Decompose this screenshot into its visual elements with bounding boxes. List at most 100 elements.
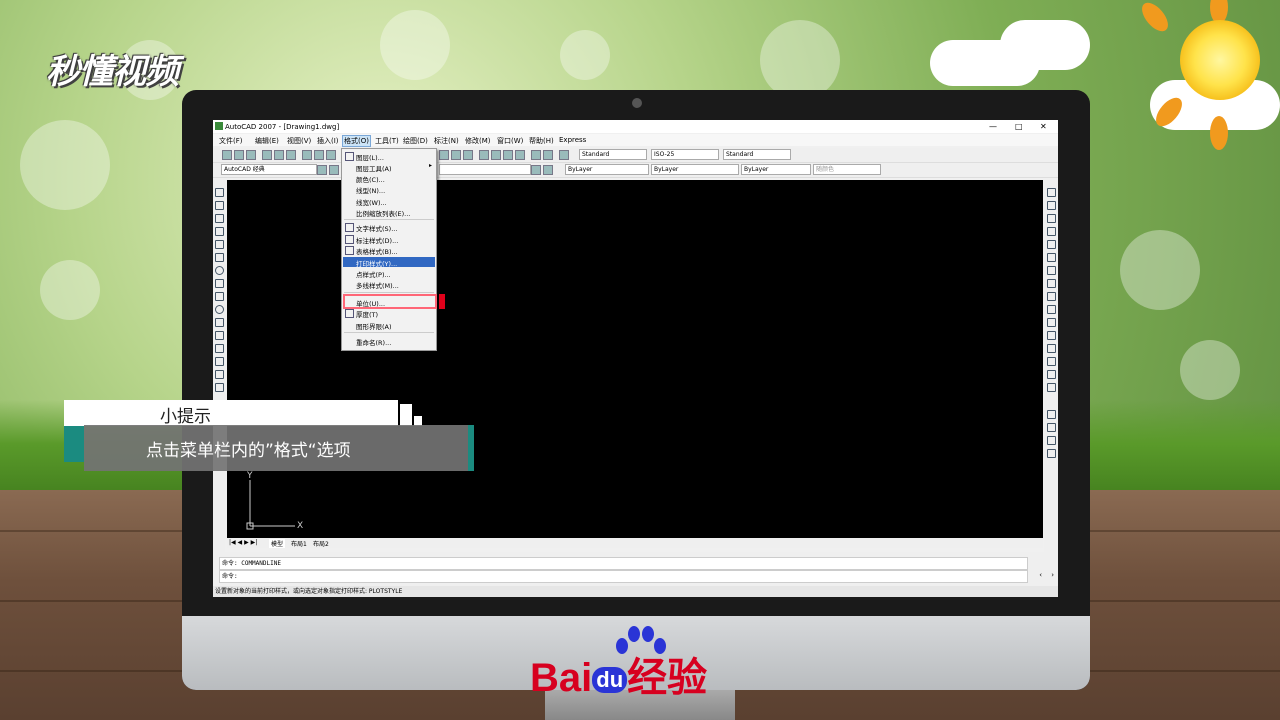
- hatch-icon[interactable]: [215, 370, 224, 379]
- menu-item-rename[interactable]: 重命名(R)...: [356, 337, 391, 347]
- array-icon[interactable]: [1047, 240, 1056, 249]
- scale-icon[interactable]: [1047, 279, 1056, 288]
- layer-select[interactable]: [439, 164, 531, 175]
- copy-object-icon[interactable]: [1047, 201, 1056, 210]
- maximize-button[interactable]: □: [1015, 122, 1023, 131]
- design-center-icon[interactable]: [491, 150, 501, 160]
- rotate-icon[interactable]: [1047, 266, 1056, 275]
- copy-icon[interactable]: [314, 150, 324, 160]
- menu-item-point-style[interactable]: 点样式(P)...: [356, 269, 391, 279]
- menu-dimension[interactable]: 标注(N): [434, 136, 459, 146]
- stretch-icon[interactable]: [1047, 292, 1056, 301]
- paste-icon[interactable]: [326, 150, 336, 160]
- plot-style-select[interactable]: 随颜色: [813, 164, 881, 175]
- menu-item-scale-list[interactable]: 比例缩放列表(E)...: [356, 208, 410, 218]
- menu-view[interactable]: 视图(V): [287, 136, 311, 146]
- menu-item-multiline-style[interactable]: 多线样式(M)...: [356, 280, 399, 290]
- properties-icon[interactable]: [479, 150, 489, 160]
- line-icon[interactable]: [215, 188, 224, 197]
- sheet-set-icon[interactable]: [515, 150, 525, 160]
- menu-item-layer-tools[interactable]: 图层工具(A): [356, 163, 392, 173]
- menu-item-dim-style[interactable]: 标注样式(D)...: [356, 235, 398, 245]
- rectangle-icon[interactable]: [215, 240, 224, 249]
- lineweight-select[interactable]: ByLayer: [741, 164, 811, 175]
- menu-draw[interactable]: 绘图(D): [403, 136, 428, 146]
- cut-icon[interactable]: [302, 150, 312, 160]
- menu-item-plot-style[interactable]: 打印样式(Y)...: [356, 258, 397, 268]
- publish-icon[interactable]: [286, 150, 296, 160]
- menu-item-table-style[interactable]: 表格样式(B)...: [356, 246, 398, 256]
- chamfer-icon[interactable]: [1047, 357, 1056, 366]
- move-icon[interactable]: [1047, 253, 1056, 262]
- menu-item-linetype[interactable]: 线型(N)...: [356, 185, 385, 195]
- save-icon[interactable]: [246, 150, 256, 160]
- layer-manager-icon[interactable]: [329, 165, 339, 175]
- trim-icon[interactable]: [1047, 305, 1056, 314]
- scroll-right-icon[interactable]: ›: [1051, 571, 1054, 579]
- polygon-icon[interactable]: [215, 227, 224, 236]
- tab-nav-icon[interactable]: |◀ ◀ ▶ ▶|: [229, 539, 257, 546]
- zoom-previous-icon[interactable]: [463, 150, 473, 160]
- spline-icon[interactable]: [215, 292, 224, 301]
- new-icon[interactable]: [222, 150, 232, 160]
- help-icon[interactable]: [559, 150, 569, 160]
- zoom-realtime-icon[interactable]: [439, 150, 449, 160]
- workspace-select[interactable]: AutoCAD 经典: [221, 164, 317, 175]
- tab-layout1[interactable]: 布局1: [291, 539, 307, 548]
- dim-style-select[interactable]: ISO-25: [651, 149, 719, 160]
- menu-help[interactable]: 帮助(H): [529, 136, 554, 146]
- menu-modify[interactable]: 修改(M): [465, 136, 491, 146]
- table-style-select[interactable]: Standard: [723, 149, 791, 160]
- send-back-icon[interactable]: [1047, 436, 1056, 445]
- construction-line-icon[interactable]: [215, 201, 224, 210]
- menu-insert[interactable]: 插入(I): [317, 136, 339, 146]
- explode-icon[interactable]: [1047, 383, 1056, 392]
- minimize-button[interactable]: —: [989, 122, 997, 131]
- ellipse-arc-icon[interactable]: [215, 318, 224, 327]
- make-current-layer-icon[interactable]: [531, 165, 541, 175]
- tab-model[interactable]: 模型: [269, 539, 286, 548]
- tool-palettes-icon[interactable]: [503, 150, 513, 160]
- draworder-icon[interactable]: [1047, 410, 1056, 419]
- join-icon[interactable]: [1047, 344, 1056, 353]
- tab-layout2[interactable]: 布局2: [313, 539, 329, 548]
- menu-item-layer[interactable]: 图层(L)...: [356, 152, 384, 162]
- color-select[interactable]: ByLayer: [565, 164, 649, 175]
- insert-block-icon[interactable]: [215, 331, 224, 340]
- arc-icon[interactable]: [215, 253, 224, 262]
- menu-format[interactable]: 格式(O): [342, 135, 371, 147]
- open-icon[interactable]: [234, 150, 244, 160]
- menu-item-color[interactable]: 颜色(C)...: [356, 174, 385, 184]
- workspace-settings-icon[interactable]: [317, 165, 327, 175]
- region-icon[interactable]: [215, 383, 224, 392]
- point-icon[interactable]: [215, 357, 224, 366]
- text-front-icon[interactable]: [1047, 449, 1056, 458]
- calculator-icon[interactable]: [543, 150, 553, 160]
- make-block-icon[interactable]: [215, 344, 224, 353]
- erase-icon[interactable]: [1047, 188, 1056, 197]
- plot-icon[interactable]: [262, 150, 272, 160]
- revision-cloud-icon[interactable]: [215, 279, 224, 288]
- layer-previous-icon[interactable]: [543, 165, 553, 175]
- zoom-window-icon[interactable]: [451, 150, 461, 160]
- extend-icon[interactable]: [1047, 318, 1056, 327]
- offset-icon[interactable]: [1047, 227, 1056, 236]
- menu-file[interactable]: 文件(F): [219, 136, 243, 146]
- close-button[interactable]: ✕: [1040, 122, 1047, 131]
- fillet-icon[interactable]: [1047, 370, 1056, 379]
- menu-window[interactable]: 窗口(W): [497, 136, 523, 146]
- mirror-icon[interactable]: [1047, 214, 1056, 223]
- menu-edit[interactable]: 编辑(E): [255, 136, 279, 146]
- menu-item-drawing-limits[interactable]: 图形界限(A): [356, 321, 392, 331]
- scroll-left-icon[interactable]: ‹: [1039, 571, 1042, 579]
- command-input[interactable]: 命令:: [219, 570, 1028, 583]
- ellipse-icon[interactable]: [215, 305, 224, 314]
- menu-item-thickness[interactable]: 厚度(T): [356, 309, 378, 319]
- text-style-select[interactable]: Standard: [579, 149, 647, 160]
- menu-tools[interactable]: 工具(T): [375, 136, 399, 146]
- polyline-icon[interactable]: [215, 214, 224, 223]
- markup-icon[interactable]: [531, 150, 541, 160]
- preview-icon[interactable]: [274, 150, 284, 160]
- linetype-select[interactable]: ByLayer: [651, 164, 739, 175]
- circle-icon[interactable]: [215, 266, 224, 275]
